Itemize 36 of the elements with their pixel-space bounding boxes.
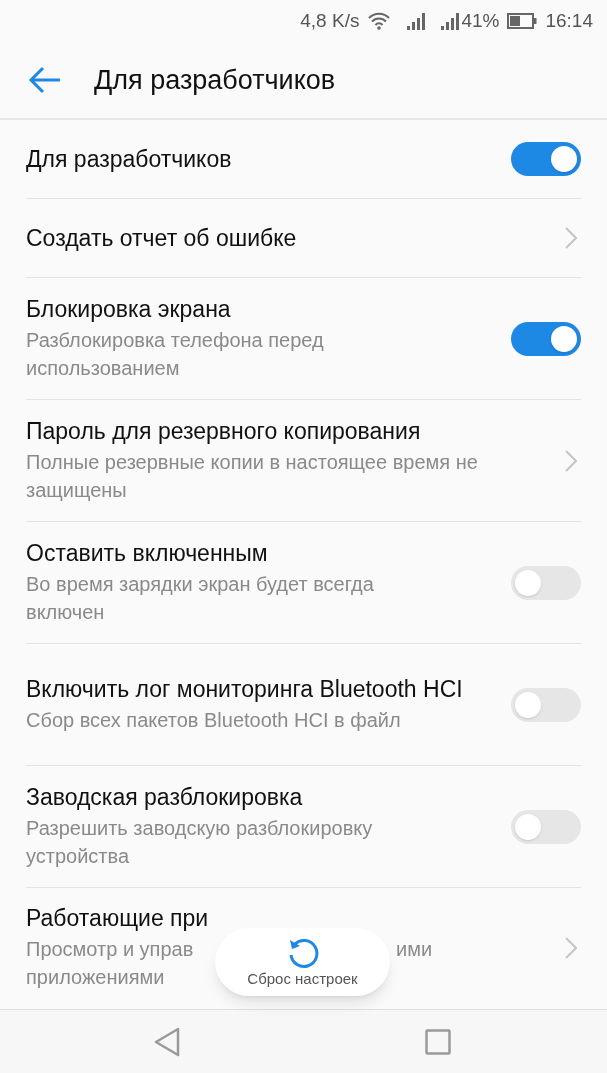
signal-icon (441, 12, 460, 30)
setting-description: Во время зарядки экран будет всегда включен (26, 572, 375, 625)
setting-description: ими (396, 937, 433, 962)
setting-title: Включить лог мониторинга Bluetooth HCI (26, 675, 464, 704)
back-arrow-icon[interactable] (28, 65, 62, 95)
recent-apps-icon[interactable] (425, 1028, 451, 1055)
wifi-icon (367, 11, 392, 31)
setting-description: Разрешить заводскую разблокировку устройства (26, 816, 374, 869)
setting-title: Заводская разблокировка (26, 783, 304, 812)
setting-description: Сбор всех пакетов Bluetooth HCI в файл (26, 708, 402, 733)
setting-title: Создать отчет об ошибке (26, 223, 298, 253)
toast-text: Сброс настроек (247, 970, 358, 988)
battery-percent: 41% (461, 8, 500, 33)
clock-time: 16:14 (545, 8, 593, 33)
setting-title: Оставить включенным (26, 539, 269, 568)
setting-title: Пароль для резервного копирования (26, 417, 422, 446)
battery-icon (507, 13, 538, 29)
setting-title: Работающие при (26, 904, 210, 933)
setting-description: Полные резервные копии в настоящее время не защищены (26, 450, 479, 503)
signal-icon (407, 12, 426, 30)
setting-description: Просмотр и управ (26, 937, 194, 962)
setting-title: Для разработчиков (26, 144, 233, 174)
page-title: Для разработчиков (94, 63, 336, 97)
setting-description: приложениями (26, 965, 165, 990)
chevron-right-icon (565, 449, 577, 472)
back-icon[interactable] (154, 1026, 180, 1057)
chevron-right-icon (565, 936, 577, 959)
toggle-switch[interactable] (511, 565, 581, 600)
toggle-switch[interactable] (511, 809, 581, 844)
toggle-switch[interactable] (511, 142, 581, 176)
setting-title: Блокировка экрана (26, 295, 232, 324)
setting-description: Разблокировка телефона перед использованием (26, 328, 325, 381)
network-speed: 4,8 K/s (300, 8, 360, 33)
toggle-switch[interactable] (511, 687, 581, 722)
toggle-switch[interactable] (511, 321, 581, 356)
chevron-right-icon (565, 227, 577, 249)
